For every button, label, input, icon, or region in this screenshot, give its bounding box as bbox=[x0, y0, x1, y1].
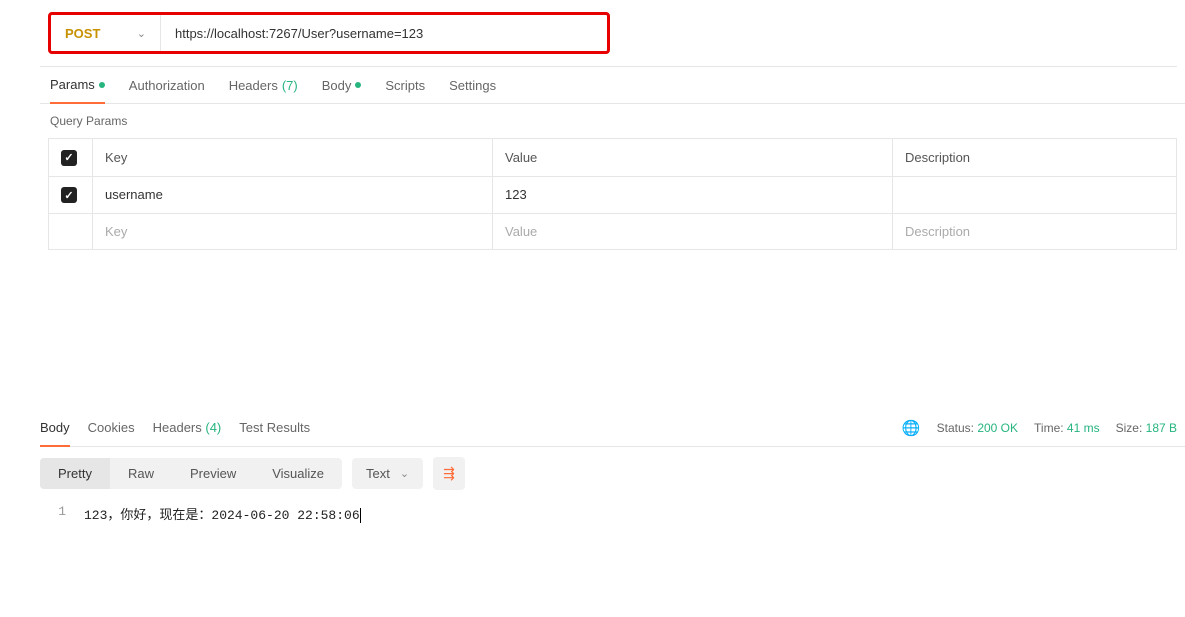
response-view-row: Pretty Raw Preview Visualize Text ⌄ ⇶ bbox=[40, 447, 1185, 500]
request-url-bar: POST ⌄ bbox=[48, 12, 610, 54]
view-preview-button[interactable]: Preview bbox=[172, 458, 254, 489]
response-section: Body Cookies Headers (4) Test Results 🌐 … bbox=[40, 410, 1185, 527]
line-content: 123，你好，现在是：2024-06-20 22:58:06 bbox=[84, 504, 361, 523]
resp-tab-headers-count: (4) bbox=[205, 420, 221, 435]
resp-tab-test-results[interactable]: Test Results bbox=[239, 420, 310, 446]
param-value-placeholder[interactable]: Value bbox=[493, 214, 893, 249]
response-status-bar: 🌐 Status: 200 OK Time: 41 ms Size: 187 B bbox=[902, 419, 1177, 437]
query-params-heading: Query Params bbox=[40, 104, 1185, 138]
tab-body-label: Body bbox=[322, 78, 352, 93]
url-input[interactable] bbox=[161, 15, 607, 51]
format-label: Text bbox=[366, 466, 390, 481]
wrap-lines-button[interactable]: ⇶ bbox=[433, 457, 465, 490]
size-group: Size: 187 B bbox=[1116, 421, 1177, 435]
select-all-checkbox[interactable] bbox=[61, 150, 77, 166]
row-checkbox[interactable] bbox=[61, 187, 77, 203]
status-group: Status: 200 OK bbox=[937, 421, 1018, 435]
param-key-placeholder[interactable]: Key bbox=[93, 214, 493, 249]
resp-tab-body[interactable]: Body bbox=[40, 420, 70, 447]
globe-icon[interactable]: 🌐 bbox=[902, 419, 921, 437]
tab-params-label: Params bbox=[50, 77, 95, 92]
param-key-cell[interactable]: username bbox=[93, 177, 493, 215]
tab-body[interactable]: Body bbox=[322, 77, 362, 103]
time-value: 41 ms bbox=[1067, 421, 1100, 435]
status-label: Status: bbox=[937, 421, 974, 435]
line-number: 1 bbox=[40, 504, 84, 523]
size-value: 187 B bbox=[1146, 421, 1177, 435]
header-checkbox-cell bbox=[49, 139, 93, 177]
wrap-icon: ⇶ bbox=[443, 465, 455, 481]
resp-tab-headers[interactable]: Headers (4) bbox=[153, 420, 222, 446]
http-method-label: POST bbox=[65, 26, 100, 41]
chevron-down-icon: ⌄ bbox=[137, 27, 146, 40]
http-method-select[interactable]: POST ⌄ bbox=[51, 15, 161, 51]
param-description-placeholder[interactable]: Description bbox=[893, 214, 1176, 249]
status-value: 200 OK bbox=[977, 421, 1018, 435]
resp-tab-cookies[interactable]: Cookies bbox=[88, 420, 135, 446]
view-visualize-button[interactable]: Visualize bbox=[254, 458, 342, 489]
tab-authorization[interactable]: Authorization bbox=[129, 77, 205, 103]
active-dot-icon bbox=[355, 82, 361, 88]
tab-scripts[interactable]: Scripts bbox=[385, 77, 425, 103]
table-row-placeholder[interactable]: Key Value Description bbox=[49, 214, 1176, 249]
tab-settings[interactable]: Settings bbox=[449, 77, 496, 103]
header-description: Description bbox=[893, 139, 1176, 177]
tab-headers-count: (7) bbox=[282, 78, 298, 93]
resp-tab-headers-label: Headers bbox=[153, 420, 202, 435]
tab-params[interactable]: Params bbox=[50, 77, 105, 104]
time-label: Time: bbox=[1034, 421, 1064, 435]
request-tabs: Params Authorization Headers (7) Body Sc… bbox=[40, 67, 1185, 104]
response-body-area[interactable]: 1 123，你好，现在是：2024-06-20 22:58:06 bbox=[40, 500, 1185, 527]
view-raw-button[interactable]: Raw bbox=[110, 458, 172, 489]
query-params-table: Key Value Description username 123 Key V… bbox=[48, 138, 1177, 250]
size-label: Size: bbox=[1116, 421, 1143, 435]
view-pretty-button[interactable]: Pretty bbox=[40, 458, 110, 489]
param-value-cell[interactable]: 123 bbox=[493, 177, 893, 215]
param-description-cell[interactable] bbox=[893, 177, 1176, 215]
format-select[interactable]: Text ⌄ bbox=[352, 458, 423, 489]
table-row[interactable]: username 123 bbox=[49, 177, 1176, 215]
header-value: Value bbox=[493, 139, 893, 177]
tab-headers[interactable]: Headers (7) bbox=[229, 77, 298, 103]
tab-headers-label: Headers bbox=[229, 78, 278, 93]
view-mode-group: Pretty Raw Preview Visualize bbox=[40, 458, 342, 489]
header-key: Key bbox=[93, 139, 493, 177]
active-dot-icon bbox=[99, 82, 105, 88]
time-group: Time: 41 ms bbox=[1034, 421, 1100, 435]
code-line: 1 123，你好，现在是：2024-06-20 22:58:06 bbox=[40, 504, 1185, 523]
chevron-down-icon: ⌄ bbox=[400, 467, 409, 480]
response-tabs: Body Cookies Headers (4) Test Results bbox=[40, 410, 310, 446]
